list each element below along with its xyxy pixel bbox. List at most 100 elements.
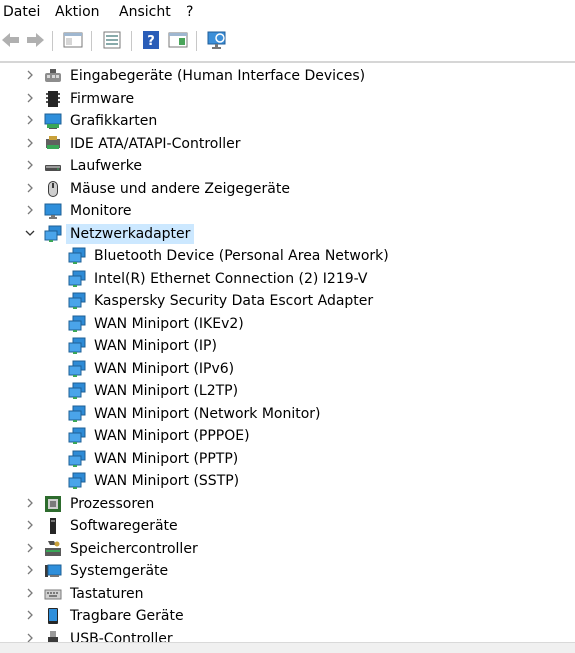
- tree-category-label: USB-Controller: [70, 630, 173, 643]
- network-adapter-icon: [68, 472, 86, 490]
- chevron-right-icon[interactable]: [24, 182, 36, 194]
- network-adapter-item[interactable]: WAN Miniport (IKEv2): [0, 313, 575, 335]
- tree-category-row[interactable]: Monitore: [0, 200, 575, 222]
- network-adapter-icon: [68, 315, 86, 333]
- help-icon[interactable]: ?: [140, 29, 162, 51]
- tree-category-label: Monitore: [70, 203, 132, 219]
- network-adapter-item[interactable]: WAN Miniport (IPv6): [0, 358, 575, 380]
- network-adapter-label: WAN Miniport (PPPOE): [94, 428, 250, 444]
- chevron-right-icon[interactable]: [24, 497, 36, 509]
- toolbar-separator: [196, 31, 197, 51]
- chevron-right-icon[interactable]: [24, 204, 36, 216]
- network-adapter-label: WAN Miniport (IKEv2): [94, 315, 244, 332]
- menu-datei[interactable]: Datei: [3, 3, 40, 21]
- tree-category-label: Speichercontroller: [70, 540, 198, 557]
- tree-category-row[interactable]: Firmware: [0, 88, 575, 110]
- menu-help[interactable]: ?: [186, 3, 193, 21]
- tree-category-label: Softwaregeräte: [70, 518, 178, 534]
- toolbar: ?: [0, 24, 575, 60]
- storage-controller-icon: [44, 540, 62, 558]
- network-adapter-icon: [68, 360, 86, 378]
- usb-controller-icon: [44, 630, 62, 642]
- network-adapter-item[interactable]: WAN Miniport (SSTP): [0, 470, 575, 492]
- tree-category-row[interactable]: IDE ATA/ATAPI-Controller: [0, 133, 575, 155]
- svg-text:?: ?: [147, 34, 155, 49]
- network-adapter-icon: [68, 247, 86, 265]
- tree-category-row[interactable]: Softwaregeräte: [0, 515, 575, 537]
- chevron-right-icon[interactable]: [24, 114, 36, 126]
- display-adapter-icon: [44, 112, 62, 130]
- portable-device-icon: [44, 607, 62, 625]
- console-tree-icon[interactable]: [62, 29, 84, 51]
- network-adapter-item[interactable]: WAN Miniport (Network Monitor): [0, 403, 575, 425]
- network-adapter-item[interactable]: WAN Miniport (PPPOE): [0, 425, 575, 447]
- chevron-right-icon[interactable]: [24, 632, 36, 643]
- chevron-right-icon[interactable]: [24, 92, 36, 104]
- tree-top-border: [0, 61, 575, 63]
- toolbar-separator: [131, 31, 132, 51]
- network-adapter-icon: [68, 427, 86, 445]
- chevron-right-icon[interactable]: [24, 542, 36, 554]
- tree-category-label: Mäuse und andere Zeigegeräte: [70, 180, 290, 197]
- chevron-right-icon[interactable]: [24, 137, 36, 149]
- chevron-right-icon[interactable]: [24, 587, 36, 599]
- monitor-icon: [44, 202, 62, 220]
- status-bar: [0, 642, 575, 653]
- hid-icon: [44, 67, 62, 85]
- network-adapter-icon: [68, 292, 86, 310]
- network-adapter-item[interactable]: WAN Miniport (L2TP): [0, 380, 575, 402]
- tree-category-row[interactable]: Laufwerke: [0, 155, 575, 177]
- tree-category-label: Tragbare Geräte: [70, 608, 184, 624]
- chevron-right-icon[interactable]: [24, 159, 36, 171]
- toolbar-separator: [91, 31, 92, 51]
- keyboard-icon: [44, 585, 62, 603]
- network-adapter-label: WAN Miniport (IP): [94, 338, 217, 354]
- tree-category-row[interactable]: Mäuse und andere Zeigegeräte: [0, 178, 575, 200]
- properties-icon[interactable]: [101, 29, 123, 51]
- tree-category-label: Netzwerkadapter: [66, 223, 195, 244]
- network-adapter-item[interactable]: WAN Miniport (IP): [0, 335, 575, 357]
- tree-category-row[interactable]: USB-Controller: [0, 628, 575, 643]
- forward-arrow-icon[interactable]: [24, 29, 46, 51]
- network-adapter-icon: [44, 225, 62, 243]
- network-adapter-label: WAN Miniport (Network Monitor): [94, 405, 321, 422]
- tree-category-label: Systemgeräte: [70, 563, 169, 579]
- menu-ansicht[interactable]: Ansicht: [119, 3, 171, 21]
- tree-category-label: Laufwerke: [70, 158, 142, 174]
- tree-category-row[interactable]: Speichercontroller: [0, 538, 575, 560]
- chevron-right-icon[interactable]: [24, 69, 36, 81]
- tree-category-row[interactable]: Prozessoren: [0, 493, 575, 515]
- network-adapter-icon: [68, 337, 86, 355]
- network-adapter-item[interactable]: Bluetooth Device (Personal Area Network): [0, 245, 575, 267]
- chevron-right-icon[interactable]: [24, 564, 36, 576]
- chevron-down-icon[interactable]: [24, 227, 36, 239]
- tree-category-row[interactable]: Systemgeräte: [0, 560, 575, 582]
- system-device-icon: [44, 562, 62, 580]
- tree-category-row[interactable]: Tastaturen: [0, 583, 575, 605]
- tree-category-label: Eingabegeräte (Human Interface Devices): [70, 68, 366, 84]
- network-adapter-item[interactable]: Kaspersky Security Data Escort Adapter: [0, 290, 575, 312]
- network-adapter-icon: [68, 270, 86, 288]
- action-pane-icon[interactable]: [167, 29, 189, 51]
- network-adapter-item[interactable]: WAN Miniport (PPTP): [0, 448, 575, 470]
- processor-icon: [44, 495, 62, 513]
- tree-category-row[interactable]: Netzwerkadapter: [0, 223, 575, 245]
- tree-category-row[interactable]: Grafikkarten: [0, 110, 575, 132]
- network-adapter-label: WAN Miniport (L2TP): [94, 383, 239, 399]
- network-adapter-label: WAN Miniport (SSTP): [94, 473, 240, 489]
- network-adapter-label: WAN Miniport (IPv6): [94, 360, 235, 377]
- network-adapter-item[interactable]: Intel(R) Ethernet Connection (2) I219-V: [0, 268, 575, 290]
- chevron-right-icon[interactable]: [24, 519, 36, 531]
- tree-category-label: Firmware: [70, 90, 135, 107]
- menu-aktion[interactable]: Aktion: [55, 3, 100, 21]
- scan-hardware-icon[interactable]: [206, 29, 228, 51]
- tree-category-row[interactable]: Tragbare Geräte: [0, 605, 575, 627]
- tree-category-row[interactable]: Eingabegeräte (Human Interface Devices): [0, 65, 575, 87]
- tree-category-label: Prozessoren: [70, 495, 155, 512]
- back-arrow-icon[interactable]: [0, 29, 22, 51]
- firmware-icon: [44, 90, 62, 108]
- network-adapter-label: Kaspersky Security Data Escort Adapter: [94, 293, 374, 309]
- network-adapter-icon: [68, 450, 86, 468]
- ide-controller-icon: [44, 135, 62, 153]
- chevron-right-icon[interactable]: [24, 609, 36, 621]
